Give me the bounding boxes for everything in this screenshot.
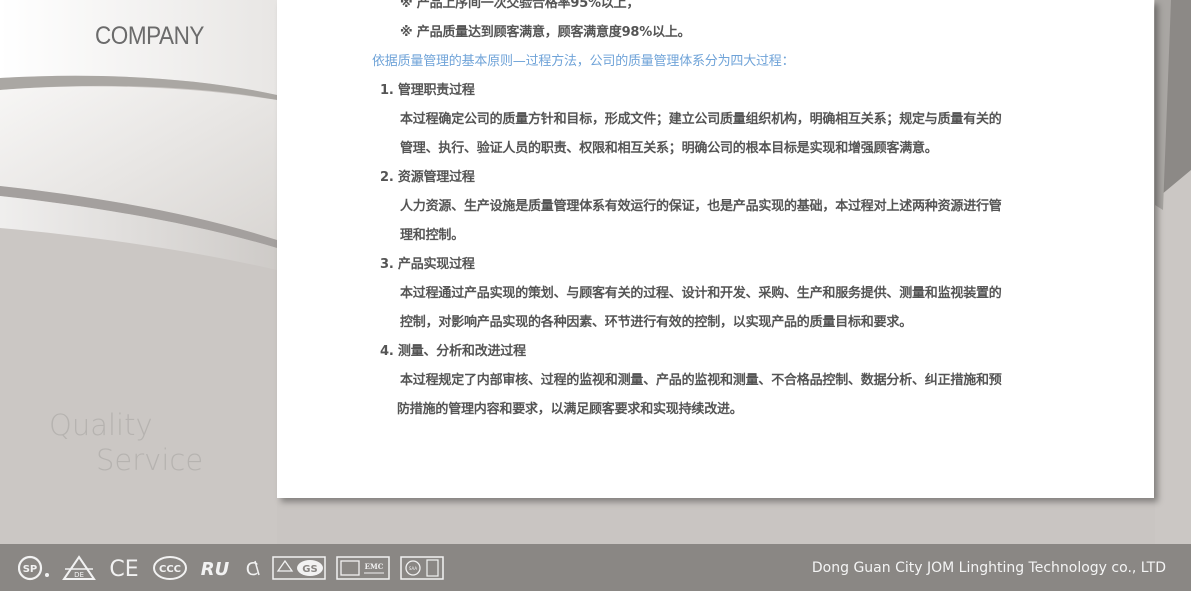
slogan-service: Service: [96, 443, 204, 477]
content-panel: ※ 产品上序间一次交验合格率95%以上， ※ 产品质量达到顾客满意，顾客满意度9…: [277, 0, 1154, 498]
ccc-mark-icon: CCC: [152, 555, 188, 581]
certification-logos: SP DE CE CCC RU C GS EMC SAA: [18, 553, 444, 583]
svg-text:GS: GS: [302, 564, 317, 575]
satisfaction-line: ※ 产品质量达到顾客满意，顾客满意度98%以上。: [400, 25, 691, 40]
right-decor-strip: [1155, 0, 1191, 544]
section-text-line: 人力资源、生产设施是质量管理体系有效运行的保证，也是产品实现的基础，本过程对上述…: [400, 199, 1002, 214]
svg-text:EMC: EMC: [365, 562, 384, 571]
section-text-line: 本过程通过产品实现的策划、与顾客有关的过程、设计和开发、采购、生产和服务提供、测…: [400, 286, 1002, 301]
emc-mark-icon: EMC: [336, 555, 390, 581]
svg-text:CCC: CCC: [159, 564, 181, 575]
left-decor-panel: COMPANY Quality Service: [0, 0, 277, 544]
intro-line: 依据质量管理的基本原则—过程方法，公司的质量管理体系分为四大过程：: [372, 54, 795, 69]
csa-logo-icon: SP: [18, 555, 52, 581]
section-text-line: 控制，对影响产品实现的各种因素、环节进行有效的控制，以实现产品的质量目标和要求。: [400, 315, 913, 330]
gs-mark-icon: GS: [272, 555, 326, 581]
footer: SP DE CE CCC RU C GS EMC SAA Dong Guan C…: [0, 544, 1191, 591]
section-heading: 4. 测量、分析和改进过程: [380, 344, 526, 359]
section-text-line: 防措施的管理内容和要求，以满足顾客要求和实现持续改进。: [397, 402, 743, 417]
de-triangle-icon: DE: [62, 555, 96, 581]
svg-text:SP: SP: [23, 564, 38, 575]
partial-text-line: ※ 产品上序间一次交验合格率95%以上，: [400, 0, 640, 11]
slogan-quality: Quality: [49, 408, 153, 442]
section-heading: 2. 资源管理过程: [380, 170, 475, 185]
svg-text:RU: RU: [201, 559, 230, 580]
footer-company-name: Dong Guan City JOM Linghting Technology …: [811, 560, 1166, 576]
section-text-line: 本过程规定了内部审核、过程的监视和测量、产品的监视和测量、不合格品控制、数据分析…: [400, 373, 1002, 388]
svg-text:SAA: SAA: [409, 566, 417, 571]
svg-text:CE: CE: [109, 557, 138, 581]
svg-text:C: C: [246, 559, 259, 580]
section-text-line: 本过程确定公司的质量方针和目标，形成文件；建立公司质量组织机构，明确相互关系；规…: [400, 112, 1002, 127]
company-label: COMPANY: [95, 22, 204, 50]
ce-mark-icon: CE: [106, 555, 142, 581]
c-tick-icon: C: [242, 555, 262, 581]
section-heading: 1. 管理职责过程: [380, 83, 475, 98]
page: COMPANY Quality Service ※ 产品上序间一次交验合格率95…: [0, 0, 1191, 591]
saa-mark-icon: SAA: [400, 555, 444, 581]
section-text-line: 理和控制。: [400, 228, 465, 243]
ul-recognized-icon: RU: [198, 555, 232, 581]
section-heading: 3. 产品实现过程: [380, 257, 475, 272]
section-text-line: 管理、执行、验证人员的职责、权限和相互关系；明确公司的根本目标是实现和增强顾客满…: [400, 141, 938, 156]
svg-text:DE: DE: [74, 571, 84, 579]
